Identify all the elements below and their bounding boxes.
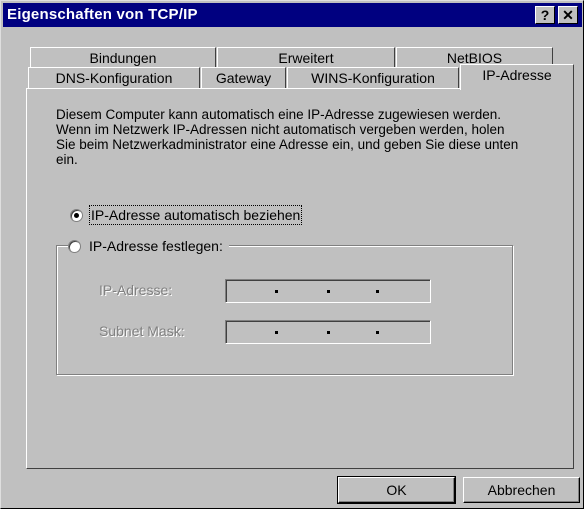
radio-auto-label[interactable]: IP-Adresse automatisch beziehen — [88, 205, 303, 225]
dialog-window: Eigenschaften von TCP/IP ? ✕ Bindungen E… — [0, 0, 584, 509]
help-button[interactable]: ? — [535, 6, 555, 24]
window-title: Eigenschaften von TCP/IP — [7, 6, 198, 23]
manual-ip-groupbox — [56, 245, 513, 375]
ok-button[interactable]: OK — [337, 476, 456, 504]
radio-manual-ip[interactable]: IP-Adresse festlegen: — [68, 238, 229, 254]
tab-gateway[interactable]: Gateway — [201, 67, 286, 88]
tab-dns-konfiguration[interactable]: DNS-Konfiguration — [28, 67, 200, 88]
close-button[interactable]: ✕ — [558, 6, 578, 24]
radio-manual-indicator[interactable] — [68, 239, 81, 253]
radio-auto-indicator[interactable] — [70, 208, 83, 222]
ip-address-field[interactable] — [225, 279, 431, 303]
tab-panel-ip-adresse: Diesem Computer kann automatisch eine IP… — [26, 88, 574, 469]
ip-address-label: IP-Adresse: — [99, 282, 173, 298]
description-text: Diesem Computer kann automatisch eine IP… — [56, 107, 519, 167]
tab-bindungen[interactable]: Bindungen — [30, 47, 216, 68]
tab-erweitert[interactable]: Erweitert — [217, 47, 395, 68]
radio-auto-ip[interactable]: IP-Adresse automatisch beziehen — [70, 205, 303, 225]
subnet-mask-label: Subnet Mask: — [99, 323, 185, 339]
radio-manual-label[interactable]: IP-Adresse festlegen: — [89, 238, 223, 254]
radio-selected-dot — [74, 212, 79, 218]
subnet-mask-field[interactable] — [225, 320, 431, 344]
cancel-button[interactable]: Abbrechen — [463, 477, 580, 503]
title-bar[interactable]: Eigenschaften von TCP/IP ? ✕ — [3, 3, 582, 27]
tab-wins-konfiguration[interactable]: WINS-Konfiguration — [287, 67, 459, 88]
tab-ip-adresse[interactable]: IP-Adresse — [460, 64, 574, 90]
